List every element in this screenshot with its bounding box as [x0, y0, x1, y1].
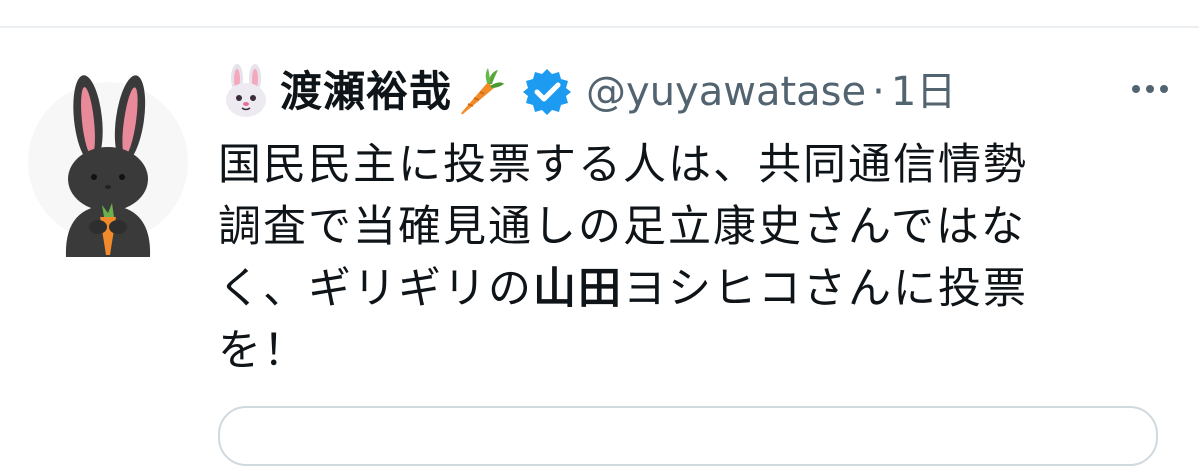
tweet-text-line: く、ギリギリの山田ヨシヒコさんに投票 — [218, 258, 1158, 320]
rabbit-face-icon — [226, 64, 266, 117]
tweet-time[interactable]: 1日 — [891, 72, 956, 112]
separator-dot: · — [872, 69, 885, 115]
display-name[interactable]: 渡瀬裕哉 — [280, 71, 452, 113]
author-handle[interactable]: @yuyawatase — [586, 72, 866, 112]
tweet-header: 渡瀬裕哉 @yuyawatase · 1日 — [218, 58, 1178, 126]
tweet-content: 渡瀬裕哉 @yuyawatase · 1日 国民民主に投票する人は、共同通信情勢… — [218, 58, 1178, 382]
verified-badge-icon[interactable] — [522, 67, 572, 117]
tweet-text-segment: ヨシヒコさんに投票 — [623, 264, 1028, 314]
tweet-text-line: 国民民主に投票する人は、共同通信情勢 — [218, 140, 1028, 190]
more-horizontal-icon[interactable] — [1128, 74, 1172, 104]
tweet-text: 国民民主に投票する人は、共同通信情勢 調査で当確見通しの足立康史さんではな く、… — [218, 134, 1158, 382]
quoted-card-edge[interactable] — [218, 406, 1158, 466]
carrot-icon — [461, 68, 505, 115]
tweet-text-line: 調査で当確見通しの足立康史さんではな — [218, 202, 1026, 252]
tweet[interactable]: 渡瀬裕哉 @yuyawatase · 1日 国民民主に投票する人は、共同通信情勢… — [0, 28, 1199, 466]
tweet-text-segment: く、ギリギリの — [218, 264, 533, 314]
tweet-text-line: を！ — [218, 326, 308, 376]
tweet-text-bold-segment: 山田 — [533, 264, 623, 314]
avatar[interactable] — [28, 67, 188, 257]
